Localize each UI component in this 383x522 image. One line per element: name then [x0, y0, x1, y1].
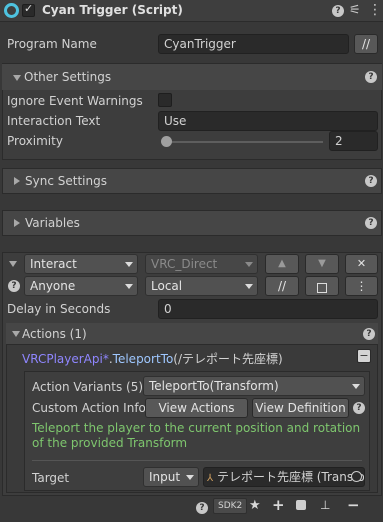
prefab-icon[interactable] [296, 500, 306, 510]
program-comment-button[interactable]: // [354, 34, 378, 54]
copy-icon [317, 283, 327, 293]
target-dropdown[interactable]: Local [145, 276, 258, 296]
action-variants-label: Action Variants (5) [32, 380, 144, 394]
ignore-event-warnings-label: Ignore Event Warnings [7, 94, 143, 108]
chevron-down-icon [186, 475, 194, 480]
proximity-field[interactable]: 2 [329, 131, 378, 151]
target-object-field[interactable]: ⅄ テレポート先座標 (Transfo [203, 467, 365, 487]
action-item-header[interactable]: VRCPlayerApi*.TeleportTo(/テレポート先座標) − [12, 346, 374, 368]
foldout-open-icon [13, 75, 21, 81]
action-description: Teleport the player to the current posit… [32, 421, 361, 450]
check-icon: ✓ [24, 2, 34, 15]
action-method: TeleportTo [112, 352, 174, 366]
interaction-text-field[interactable]: Use [158, 111, 378, 131]
chevron-down-icon [245, 284, 253, 289]
enabled-checkbox[interactable]: ✓ [22, 2, 35, 17]
event-more-button[interactable]: ⋮ [345, 276, 378, 296]
transform-icon: ⅄ [207, 473, 214, 484]
add-icon[interactable]: + [272, 496, 285, 514]
move-up-button[interactable]: ▲ [265, 254, 299, 274]
context-menu-icon[interactable]: ⋮ [368, 2, 382, 18]
program-name-label: Program Name [7, 37, 97, 51]
actions-title: Actions (1) [22, 327, 87, 341]
help-icon[interactable]: ? [365, 217, 377, 229]
interaction-text-label: Interaction Text [7, 114, 101, 128]
other-settings-header[interactable]: Other Settings ? [2, 64, 382, 90]
delete-event-button[interactable]: ✕ [345, 254, 378, 274]
custom-action-info-label: Custom Action Info [32, 401, 146, 415]
help-icon[interactable]: ? [196, 502, 208, 514]
help-icon[interactable]: ? [365, 175, 377, 187]
proximity-label: Proximity [7, 134, 63, 148]
chevron-down-icon [125, 262, 133, 267]
chevron-down-icon [352, 384, 360, 389]
delay-label: Delay in Seconds [7, 302, 111, 316]
target-label: Target [32, 471, 70, 485]
preset-icon[interactable]: ⚟ [349, 3, 361, 18]
delay-field[interactable]: 0 [158, 299, 378, 319]
action-owner-type: VRCPlayerApi* [22, 352, 109, 366]
event-foldout-icon[interactable] [9, 261, 17, 267]
sync-settings-title: Sync Settings [25, 174, 107, 188]
help-icon[interactable]: ? [363, 328, 375, 340]
proximity-slider-track[interactable] [163, 141, 323, 143]
action-args: (/テレポート先座標) [173, 352, 283, 366]
chevron-down-icon [125, 284, 133, 289]
variables-title: Variables [25, 216, 80, 230]
foldout-open-icon [12, 331, 20, 337]
help-icon[interactable]: ? [8, 280, 20, 292]
target-object-value: テレポート先座標 (Transfo [216, 470, 365, 484]
sync-settings-header[interactable]: Sync Settings ? [2, 168, 382, 194]
star-icon[interactable]: ★ [249, 498, 261, 513]
divider [32, 460, 362, 461]
chevron-down-icon [245, 262, 253, 267]
foldout-closed-icon [14, 177, 20, 185]
component-header: ✓ Cyan Trigger (Script) ? ⚟ ⋮ [0, 0, 383, 22]
action-item-signature: VRCPlayerApi*.TeleportTo(/テレポート先座標) [22, 350, 283, 367]
foldout-closed-icon [14, 219, 20, 227]
sdk-badge: SDK2 [213, 498, 248, 514]
variables-header[interactable]: Variables ? [2, 210, 382, 236]
action-variant-dropdown[interactable]: TeleportTo(Transform) [143, 376, 365, 396]
script-icon [4, 3, 19, 18]
gate-dropdown[interactable]: Anyone [24, 276, 138, 296]
other-settings-title: Other Settings [24, 70, 112, 84]
help-icon[interactable]: ? [353, 402, 365, 414]
object-picker-icon[interactable] [351, 471, 362, 482]
remove-icon[interactable]: − [347, 496, 360, 514]
move-down-button[interactable]: ▼ [305, 254, 339, 274]
view-definition-button[interactable]: View Definition [252, 398, 349, 418]
ignore-event-warnings-checkbox[interactable] [158, 93, 172, 107]
help-icon[interactable]: ? [365, 71, 377, 83]
event-type-dropdown[interactable]: Interact [24, 254, 138, 274]
collapse-action-button[interactable]: − [357, 349, 371, 363]
help-icon[interactable]: ? [332, 5, 344, 17]
target-mode-dropdown[interactable]: Input [143, 467, 199, 487]
broadcast-dropdown[interactable]: VRC_Direct [145, 254, 258, 274]
event-comment-button[interactable]: // [265, 276, 299, 296]
duplicate-button[interactable] [305, 276, 339, 296]
actions-header[interactable]: Actions (1) ? [6, 323, 378, 345]
program-name-field[interactable]: CyanTrigger [158, 34, 349, 54]
component-title: Cyan Trigger (Script) [42, 3, 183, 17]
view-actions-button[interactable]: View Actions [145, 398, 248, 418]
hierarchy-icon[interactable]: ⊥ [320, 498, 330, 512]
